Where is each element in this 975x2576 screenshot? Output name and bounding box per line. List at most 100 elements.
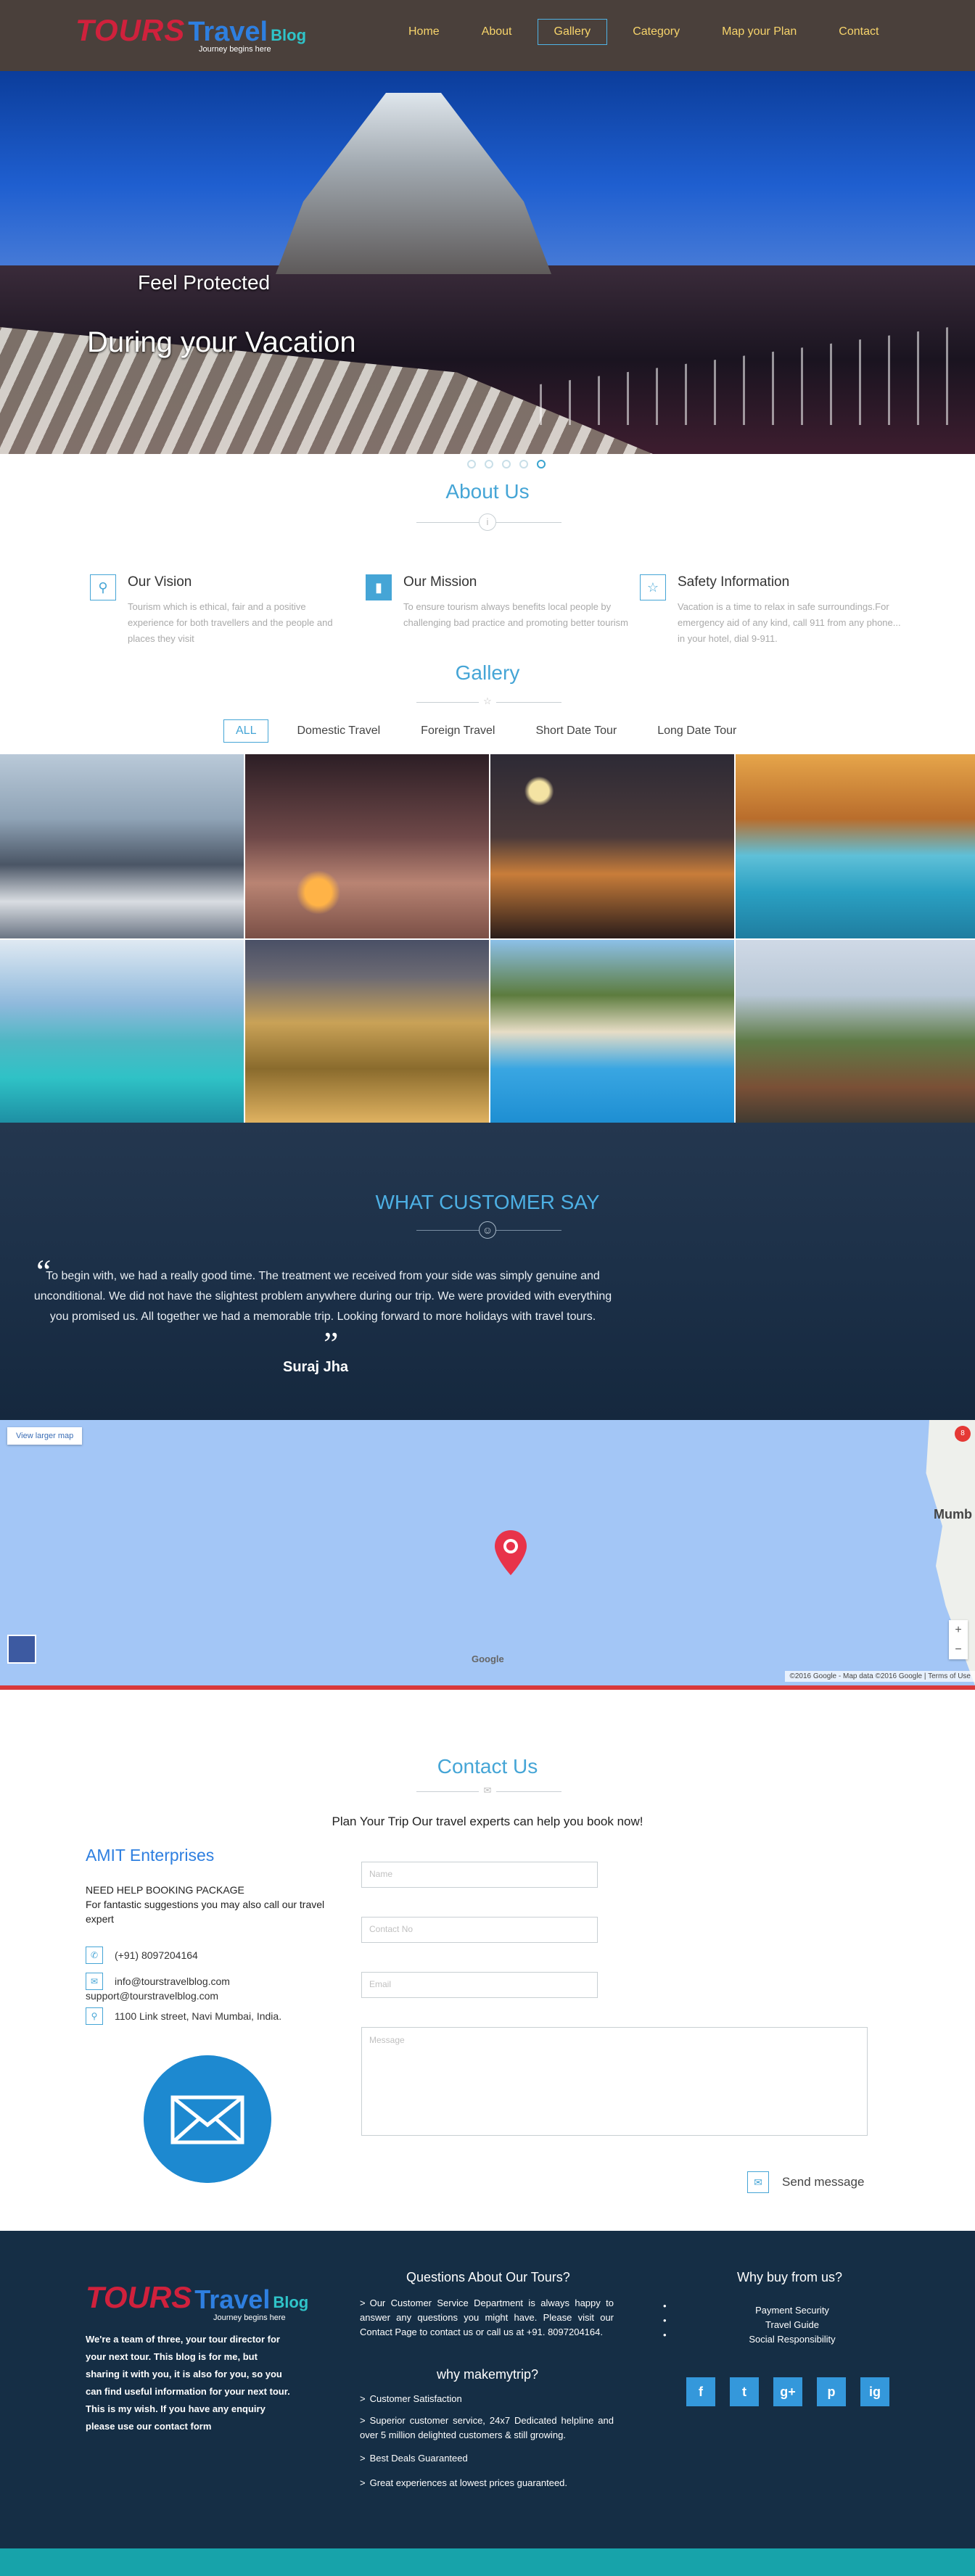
tab-all[interactable]: ALL — [223, 719, 269, 743]
tab-domestic-travel[interactable]: Domestic Travel — [284, 719, 392, 743]
slider-dot-active[interactable] — [537, 460, 546, 468]
send-message-button[interactable]: ✉ Send message — [747, 2171, 864, 2193]
send-icon: ✉ — [747, 2171, 769, 2193]
bottom-bar — [0, 2548, 975, 2576]
map-city-label: Mumb — [934, 1507, 972, 1522]
hero-caption-2: During your Vacation — [87, 326, 356, 358]
google-map[interactable]: 8 Mumb View larger map + − Google ©2016 G… — [0, 1420, 975, 1685]
why-buy-item[interactable]: Payment Security — [743, 2303, 842, 2318]
slider-dots — [467, 460, 546, 468]
why-makemytrip-title: why makemytrip? — [437, 2367, 539, 2382]
bullet-icon: • — [663, 2329, 667, 2340]
instagram-icon[interactable]: ig — [860, 2377, 889, 2406]
why-item: > Best Deals Guaranteed — [360, 2451, 614, 2466]
email-info[interactable]: info@tourstravelblog.com — [115, 1976, 230, 1987]
lagoon-villas-photo[interactable] — [0, 940, 244, 1124]
snowy-town-photo[interactable] — [0, 754, 244, 938]
send-message-label: Send message — [782, 2175, 865, 2189]
site-logo[interactable]: TOURS Travel Blog Journey begins here — [75, 13, 306, 54]
gallery-title: Gallery — [455, 661, 520, 684]
feature-text: To ensure tourism always benefits local … — [403, 601, 629, 628]
map-zoom-control[interactable]: + − — [949, 1620, 968, 1659]
nav-gallery[interactable]: Gallery — [537, 19, 608, 45]
questions-body: Our Customer Service Department is alway… — [360, 2298, 614, 2337]
map-pin-icon[interactable] — [492, 1529, 530, 1577]
arrow-icon: > — [360, 2477, 366, 2488]
why-buy-item[interactable]: Social Responsibility — [743, 2332, 842, 2347]
tab-foreign-travel[interactable]: Foreign Travel — [408, 719, 507, 743]
email-support-line: support@tourstravelblog.com — [86, 1990, 218, 2002]
about-title: About Us — [445, 480, 530, 503]
slider-dot[interactable] — [502, 460, 511, 468]
booking-help: NEED HELP BOOKING PACKAGE For fantastic … — [86, 1883, 347, 1926]
arrow-icon: > — [360, 2415, 366, 2426]
gallery-grid — [0, 754, 975, 1124]
night-city-photo[interactable] — [490, 754, 734, 938]
tab-long-date-tour[interactable]: Long Date Tour — [645, 719, 749, 743]
resort-pool-photo[interactable] — [490, 940, 734, 1124]
why-item: > Superior customer service, 24x7 Dedicat… — [360, 2414, 614, 2443]
cliff-resort-photo[interactable] — [736, 940, 975, 1124]
twitter-icon[interactable]: t — [730, 2377, 759, 2406]
nav-about[interactable]: About — [465, 19, 529, 45]
booking-help-text: For fantastic suggestions you may also c… — [86, 1899, 325, 1925]
nav-contact[interactable]: Contact — [822, 19, 895, 45]
envelope-small-icon: ✉ — [479, 1783, 496, 1800]
bullet-icon: • — [663, 2315, 667, 2326]
logo-tours: TOURS — [86, 2280, 192, 2314]
nav-map-your-plan[interactable]: Map your Plan — [705, 19, 813, 45]
why-buy-item[interactable]: Travel Guide — [743, 2318, 842, 2332]
slider-dot[interactable] — [467, 460, 476, 468]
nav-home[interactable]: Home — [392, 19, 456, 45]
google-plus-icon[interactable]: g+ — [773, 2377, 802, 2406]
map-attribution[interactable]: ©2016 Google - Map data ©2016 Google | T… — [785, 1671, 975, 1682]
arrow-icon: > — [360, 2453, 366, 2464]
tab-short-date-tour[interactable]: Short Date Tour — [523, 719, 629, 743]
testimonial-quote: To begin with, we had a really good time… — [33, 1270, 612, 1323]
address-line: ⚲ 1100 Link street, Navi Mumbai, India. — [86, 2007, 281, 2025]
logo-travel: Travel — [194, 2284, 271, 2314]
why-item-text: Customer Satisfaction — [369, 2393, 462, 2404]
message-textarea[interactable]: Message — [361, 2027, 868, 2136]
feature-title: Our Vision — [128, 574, 192, 590]
why-item: > Customer Satisfaction — [360, 2392, 614, 2406]
feature-title: Safety Information — [678, 574, 790, 590]
view-larger-map-link[interactable]: View larger map — [7, 1427, 83, 1445]
why-item: > Great experiences at lowest prices guar… — [360, 2476, 614, 2490]
facebook-icon[interactable]: f — [686, 2377, 715, 2406]
pool-umbrella-photo[interactable] — [736, 754, 975, 938]
star-outline-icon: ☆ — [479, 693, 496, 711]
desert-horse-photo[interactable] — [245, 754, 489, 938]
nav-category[interactable]: Category — [616, 19, 696, 45]
logo-tours: TOURS — [75, 13, 186, 47]
questions-title: Questions About Our Tours? — [406, 2270, 570, 2284]
phone-line: ✆ (+91) 8097204164 — [86, 1947, 198, 1964]
contact-no-input[interactable]: Contact No — [361, 1917, 598, 1943]
hero-ship-structure — [276, 93, 551, 274]
map-cluster-marker[interactable]: 8 — [955, 1426, 971, 1442]
hero-slider[interactable]: Feel Protected During your Vacation — [0, 71, 975, 454]
quote-close-icon: ” — [324, 1325, 339, 1362]
why-item-text: Superior customer service, 24x7 Dedicate… — [360, 2415, 614, 2440]
booking-help-title: NEED HELP BOOKING PACKAGE — [86, 1884, 244, 1896]
mail-icon — [144, 2055, 271, 2183]
smile-icon: ☺ — [479, 1221, 496, 1239]
feature-title: Our Mission — [403, 574, 477, 590]
google-logo: Google — [472, 1654, 504, 1664]
slider-dot[interactable] — [519, 460, 528, 468]
name-input[interactable]: Name — [361, 1862, 598, 1888]
pinterest-icon[interactable]: p — [817, 2377, 846, 2406]
email-line: ✉ info@tourstravelblog.com — [86, 1973, 230, 1990]
social-links: f t g+ p ig — [686, 2377, 889, 2406]
email-input[interactable]: Email — [361, 1972, 598, 1998]
footer-logo[interactable]: TOURS Travel Blog Journey begins here — [86, 2280, 308, 2322]
feature-text: Vacation is a time to relax in safe surr… — [678, 601, 901, 644]
why-item-text: Great experiences at lowest prices guara… — [369, 2477, 568, 2488]
slider-dot[interactable] — [485, 460, 493, 468]
testimonial-title: WHAT CUSTOMER SAY — [375, 1191, 600, 1213]
phone-icon: ✆ — [86, 1947, 103, 1964]
phone-number[interactable]: (+91) 8097204164 — [115, 1949, 198, 1961]
email-support[interactable]: support@tourstravelblog.com — [86, 1990, 218, 2002]
palace-night-photo[interactable] — [245, 940, 489, 1124]
map-satellite-toggle[interactable] — [7, 1635, 36, 1664]
